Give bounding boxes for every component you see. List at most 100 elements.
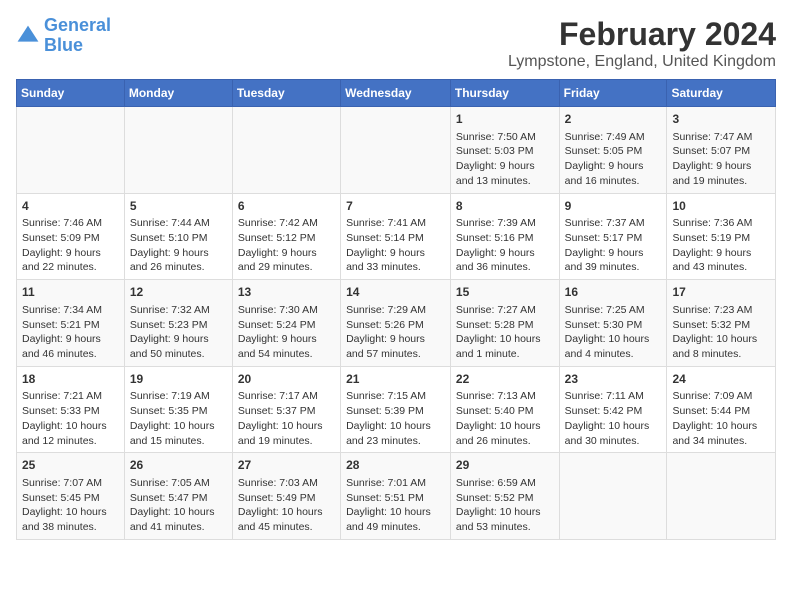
cell-content: Sunrise: 7:11 AM Sunset: 5:42 PM Dayligh… <box>565 389 662 448</box>
calendar-cell: 9Sunrise: 7:37 AM Sunset: 5:17 PM Daylig… <box>559 193 667 280</box>
calendar-cell <box>667 453 776 540</box>
weekday-header-monday: Monday <box>124 80 232 107</box>
day-number: 9 <box>565 198 662 215</box>
calendar-cell <box>559 453 667 540</box>
cell-content: Sunrise: 7:39 AM Sunset: 5:16 PM Dayligh… <box>456 216 554 275</box>
day-number: 3 <box>672 111 770 128</box>
logo-line1: General <box>44 15 111 35</box>
logo-text: General Blue <box>44 16 111 56</box>
calendar-cell: 28 Sunrise: 7:01 AM Sunset: 5:51 PM Dayli… <box>341 453 451 540</box>
cell-content: Sunrise: 7:19 AM Sunset: 5:35 PM Dayligh… <box>130 389 227 448</box>
day-number: 4 <box>22 198 119 215</box>
calendar-cell <box>341 107 451 194</box>
cell-content: Sunrise: 7:29 AM Sunset: 5:26 PM Dayligh… <box>346 303 445 362</box>
logo-icon <box>16 24 40 48</box>
cell-content: Sunrise: 7:34 AM Sunset: 5:21 PM Dayligh… <box>22 303 119 362</box>
day-number: 28 <box>346 457 445 474</box>
calendar-cell: 16 Sunrise: 7:25 AM Sunset: 5:30 PM Dayli… <box>559 280 667 367</box>
calendar-cell: 5Sunrise: 7:44 AM Sunset: 5:10 PM Daylig… <box>124 193 232 280</box>
day-number: 24 <box>672 371 770 388</box>
cell-content: Sunrise: 7:50 AM Sunset: 5:03 PM Dayligh… <box>456 130 554 189</box>
day-number: 27 <box>238 457 335 474</box>
subtitle: Lympstone, England, United Kingdom <box>508 53 776 71</box>
calendar-cell: 15 Sunrise: 7:27 AM Sunset: 5:28 PM Dayli… <box>450 280 559 367</box>
week-row-2: 4Sunrise: 7:46 AM Sunset: 5:09 PM Daylig… <box>17 193 776 280</box>
week-row-1: 1 Sunrise: 7:50 AM Sunset: 5:03 PM Daylig… <box>17 107 776 194</box>
cell-content: Sunrise: 7:27 AM Sunset: 5:28 PM Dayligh… <box>456 303 554 362</box>
day-number: 10 <box>672 198 770 215</box>
cell-content: Sunrise: 7:25 AM Sunset: 5:30 PM Dayligh… <box>565 303 662 362</box>
cell-content: Sunrise: 7:32 AM Sunset: 5:23 PM Dayligh… <box>130 303 227 362</box>
calendar-cell: 19Sunrise: 7:19 AM Sunset: 5:35 PM Dayli… <box>124 366 232 453</box>
cell-content: Sunrise: 7:49 AM Sunset: 5:05 PM Dayligh… <box>565 130 662 189</box>
cell-content: Sunrise: 7:15 AM Sunset: 5:39 PM Dayligh… <box>346 389 445 448</box>
day-number: 21 <box>346 371 445 388</box>
day-number: 8 <box>456 198 554 215</box>
calendar-cell: 2 Sunrise: 7:49 AM Sunset: 5:05 PM Daylig… <box>559 107 667 194</box>
cell-content: Sunrise: 7:44 AM Sunset: 5:10 PM Dayligh… <box>130 216 227 275</box>
calendar-cell: 14 Sunrise: 7:29 AM Sunset: 5:26 PM Dayli… <box>341 280 451 367</box>
day-number: 20 <box>238 371 335 388</box>
cell-content: Sunrise: 7:30 AM Sunset: 5:24 PM Dayligh… <box>238 303 335 362</box>
day-number: 16 <box>565 284 662 301</box>
day-number: 7 <box>346 198 445 215</box>
calendar-cell: 17Sunrise: 7:23 AM Sunset: 5:32 PM Dayli… <box>667 280 776 367</box>
day-number: 25 <box>22 457 119 474</box>
day-number: 13 <box>238 284 335 301</box>
calendar-cell: 6Sunrise: 7:42 AM Sunset: 5:12 PM Daylig… <box>232 193 340 280</box>
calendar-cell: 29Sunrise: 6:59 AM Sunset: 5:52 PM Dayli… <box>450 453 559 540</box>
day-number: 1 <box>456 111 554 128</box>
day-number: 11 <box>22 284 119 301</box>
weekday-header-tuesday: Tuesday <box>232 80 340 107</box>
cell-content: Sunrise: 7:17 AM Sunset: 5:37 PM Dayligh… <box>238 389 335 448</box>
calendar-cell: 12Sunrise: 7:32 AM Sunset: 5:23 PM Dayli… <box>124 280 232 367</box>
day-number: 22 <box>456 371 554 388</box>
day-number: 2 <box>565 111 662 128</box>
day-number: 26 <box>130 457 227 474</box>
week-row-5: 25Sunrise: 7:07 AM Sunset: 5:45 PM Dayli… <box>17 453 776 540</box>
cell-content: Sunrise: 7:23 AM Sunset: 5:32 PM Dayligh… <box>672 303 770 362</box>
calendar-cell: 7Sunrise: 7:41 AM Sunset: 5:14 PM Daylig… <box>341 193 451 280</box>
calendar-cell <box>232 107 340 194</box>
day-number: 29 <box>456 457 554 474</box>
calendar-cell <box>124 107 232 194</box>
cell-content: Sunrise: 7:05 AM Sunset: 5:47 PM Dayligh… <box>130 476 227 535</box>
calendar-cell: 10Sunrise: 7:36 AM Sunset: 5:19 PM Dayli… <box>667 193 776 280</box>
calendar-cell: 25Sunrise: 7:07 AM Sunset: 5:45 PM Dayli… <box>17 453 125 540</box>
cell-content: Sunrise: 7:36 AM Sunset: 5:19 PM Dayligh… <box>672 216 770 275</box>
calendar-cell: 26 Sunrise: 7:05 AM Sunset: 5:47 PM Dayli… <box>124 453 232 540</box>
week-row-4: 18Sunrise: 7:21 AM Sunset: 5:33 PM Dayli… <box>17 366 776 453</box>
cell-content: Sunrise: 7:47 AM Sunset: 5:07 PM Dayligh… <box>672 130 770 189</box>
cell-content: Sunrise: 7:37 AM Sunset: 5:17 PM Dayligh… <box>565 216 662 275</box>
calendar-cell: 11 Sunrise: 7:34 AM Sunset: 5:21 PM Dayli… <box>17 280 125 367</box>
day-number: 23 <box>565 371 662 388</box>
weekday-header-row: SundayMondayTuesdayWednesdayThursdayFrid… <box>17 80 776 107</box>
weekday-header-friday: Friday <box>559 80 667 107</box>
cell-content: Sunrise: 7:21 AM Sunset: 5:33 PM Dayligh… <box>22 389 119 448</box>
week-row-3: 11 Sunrise: 7:34 AM Sunset: 5:21 PM Dayli… <box>17 280 776 367</box>
calendar-cell: 18Sunrise: 7:21 AM Sunset: 5:33 PM Dayli… <box>17 366 125 453</box>
calendar-table: SundayMondayTuesdayWednesdayThursdayFrid… <box>16 79 776 540</box>
day-number: 15 <box>456 284 554 301</box>
calendar-cell: 8Sunrise: 7:39 AM Sunset: 5:16 PM Daylig… <box>450 193 559 280</box>
weekday-header-sunday: Sunday <box>17 80 125 107</box>
cell-content: Sunrise: 7:42 AM Sunset: 5:12 PM Dayligh… <box>238 216 335 275</box>
calendar-cell: 1 Sunrise: 7:50 AM Sunset: 5:03 PM Daylig… <box>450 107 559 194</box>
cell-content: Sunrise: 7:13 AM Sunset: 5:40 PM Dayligh… <box>456 389 554 448</box>
cell-content: Sunrise: 7:46 AM Sunset: 5:09 PM Dayligh… <box>22 216 119 275</box>
calendar-cell: 3 Sunrise: 7:47 AM Sunset: 5:07 PM Daylig… <box>667 107 776 194</box>
day-number: 18 <box>22 371 119 388</box>
day-number: 6 <box>238 198 335 215</box>
cell-content: Sunrise: 7:03 AM Sunset: 5:49 PM Dayligh… <box>238 476 335 535</box>
day-number: 14 <box>346 284 445 301</box>
cell-content: Sunrise: 7:01 AM Sunset: 5:51 PM Dayligh… <box>346 476 445 535</box>
calendar-cell: 22Sunrise: 7:13 AM Sunset: 5:40 PM Dayli… <box>450 366 559 453</box>
calendar-cell: 27 Sunrise: 7:03 AM Sunset: 5:49 PM Dayli… <box>232 453 340 540</box>
calendar-cell: 24Sunrise: 7:09 AM Sunset: 5:44 PM Dayli… <box>667 366 776 453</box>
calendar-cell: 13 Sunrise: 7:30 AM Sunset: 5:24 PM Dayli… <box>232 280 340 367</box>
cell-content: Sunrise: 7:41 AM Sunset: 5:14 PM Dayligh… <box>346 216 445 275</box>
day-number: 5 <box>130 198 227 215</box>
calendar-cell: 21Sunrise: 7:15 AM Sunset: 5:39 PM Dayli… <box>341 366 451 453</box>
weekday-header-saturday: Saturday <box>667 80 776 107</box>
title-block: February 2024 Lympstone, England, United… <box>508 16 776 71</box>
